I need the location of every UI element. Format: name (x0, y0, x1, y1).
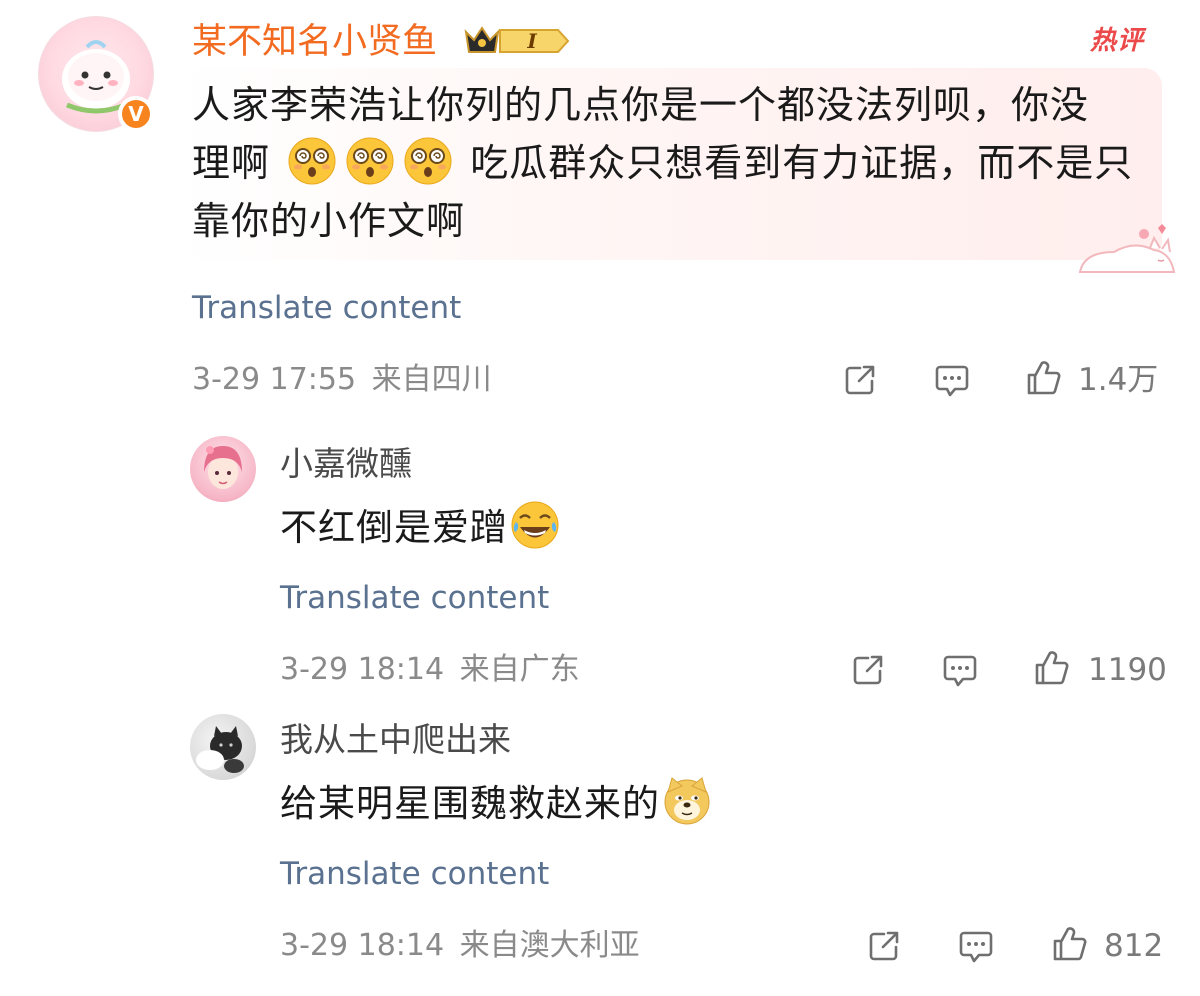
like-count: 1190 (1088, 652, 1167, 688)
level-badge-label: I (526, 29, 537, 53)
main-comment-line-2-start: 理啊 (192, 141, 271, 185)
translate-link[interactable]: Translate content (192, 288, 461, 328)
translate-link[interactable]: Translate content (280, 578, 549, 618)
comment-icon[interactable] (932, 360, 972, 400)
verified-badge-icon: V (118, 96, 154, 132)
cat-photo-avatar-icon (196, 726, 244, 773)
main-comment-line-1: 人家李荣浩让你列的几点你是一个都没法列呗，你没 (192, 83, 1090, 127)
comment-icon[interactable] (940, 650, 980, 690)
timestamp: 3-29 18:14 (280, 652, 445, 687)
reply-username[interactable]: 我从土中爬出来 (280, 718, 511, 762)
dizzy-face-emoji-icon (404, 137, 452, 185)
avatar[interactable] (190, 714, 256, 780)
main-comment-text: 人家李荣浩让你列的几点你是一个都没法列呗，你没 理啊 吃瓜群众只想看到有力证据，… (192, 76, 1152, 250)
hot-comment-tag: 热评 (1090, 26, 1145, 56)
share-icon[interactable] (840, 360, 880, 400)
share-icon[interactable] (864, 926, 904, 966)
dizzy-face-emoji-icon (346, 137, 394, 185)
sleeping-cat-decoration-icon (1078, 224, 1176, 273)
reply-text: 不红倒是爱蹭 (280, 500, 564, 553)
reply-text-content: 不红倒是爱蹭 (280, 506, 508, 549)
like-count: 812 (1104, 928, 1164, 964)
like-thumbs-up-icon[interactable] (1024, 358, 1064, 398)
location: 来自澳大利亚 (459, 928, 640, 963)
translate-link[interactable]: Translate content (280, 854, 549, 894)
girl-avatar-icon (204, 446, 242, 489)
reply-text: 给某明星围魏救赵来的 (280, 776, 716, 829)
main-comment-line-3: 靠你的小作文啊 (192, 199, 466, 243)
comment-icon[interactable] (956, 926, 996, 966)
timestamp: 3-29 18:14 (280, 928, 445, 963)
dizzy-face-emoji-icon (288, 137, 336, 185)
main-comment-line-2: 理啊 吃瓜群众只想看到有力证据，而不是只 (192, 134, 1152, 192)
avatar[interactable] (190, 436, 256, 502)
comment-meta: 3-29 18:14 来自广东 (280, 650, 580, 690)
timestamp: 3-29 17:55 (192, 362, 357, 397)
reply-username[interactable]: 小嘉微醺 (280, 442, 412, 486)
main-comment-username[interactable]: 某不知名小贤鱼 (192, 18, 437, 66)
location: 来自广东 (459, 652, 580, 687)
main-comment-line-2-end: 吃瓜群众只想看到有力证据，而不是只 (470, 141, 1134, 185)
like-thumbs-up-icon[interactable] (1050, 924, 1090, 964)
share-icon[interactable] (848, 650, 888, 690)
like-count: 1.4万 (1078, 362, 1159, 398)
doge-emoji-icon (664, 777, 710, 825)
crown-level-badge-icon[interactable]: I (462, 22, 572, 60)
location: 来自四川 (371, 362, 492, 397)
comment-meta: 3-29 17:55 来自四川 (192, 360, 492, 400)
like-thumbs-up-icon[interactable] (1032, 648, 1072, 688)
reply-text-content: 给某明星围魏救赵来的 (280, 782, 660, 825)
laughing-tears-emoji-icon (511, 501, 559, 549)
comment-meta: 3-29 18:14 来自澳大利亚 (280, 926, 640, 966)
